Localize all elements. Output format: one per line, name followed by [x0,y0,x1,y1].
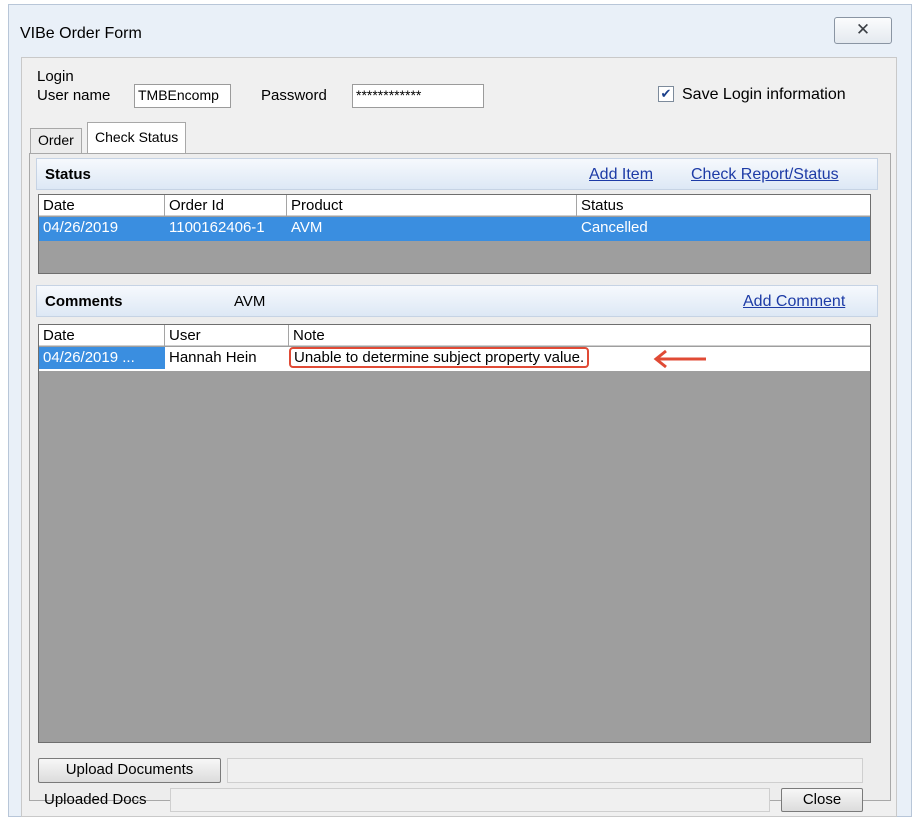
status-col-order-id[interactable]: Order Id [165,195,287,216]
checkmark-icon: ✔ [660,86,672,101]
upload-status-field [227,758,863,783]
save-login-checkbox[interactable]: ✔ [658,86,674,102]
table-row[interactable]: 04/26/2019 1100162406-1 AVM Cancelled [39,217,870,241]
order-form-window: VIBe Order Form ✕ Login User name TMBEnc… [8,4,912,817]
status-grid-header: Date Order Id Product Status [39,195,870,216]
table-row[interactable]: 04/26/2019 ... Hannah Hein Unable to det… [39,347,870,371]
arrow-left-icon [653,349,706,369]
comments-row-note: Unable to determine subject property val… [289,347,590,368]
comments-col-date[interactable]: Date [39,325,165,346]
check-status-panel: Status Add Item Check Report/Status Date… [29,153,891,812]
comments-row-note-cell: Unable to determine subject property val… [289,347,870,369]
comments-product-label: AVM [234,293,266,310]
status-section-title: Status [45,166,91,183]
tab-check-status[interactable]: Check Status [87,122,187,154]
username-field[interactable]: TMBEncomp [134,84,231,108]
status-row-status: Cancelled [581,219,648,236]
add-comment-link[interactable]: Add Comment [743,293,845,311]
uploaded-docs-field[interactable] [170,788,770,812]
password-field[interactable]: ************ [352,84,484,108]
status-section-header: Status Add Item Check Report/Status [36,158,878,190]
password-label: Password [261,87,327,104]
tab-order-label: Order [38,132,74,148]
save-login-label: Save Login information [682,86,846,103]
comments-col-note[interactable]: Note [289,325,870,346]
window-title: VIBe Order Form [20,25,142,42]
status-row-order-id: 1100162406-1 [169,219,265,236]
comments-grid-header: Date User Note [39,325,870,346]
status-grid: Date Order Id Product Status 04/26/2019 … [38,194,871,274]
comments-grid: Date User Note 04/26/2019 ... Hannah Hei… [38,324,871,743]
window-close-button[interactable]: ✕ [834,17,892,44]
status-row-product: AVM [291,219,323,236]
status-col-status[interactable]: Status [577,195,870,216]
add-item-link[interactable]: Add Item [589,166,653,184]
check-report-status-link[interactable]: Check Report/Status [691,166,839,184]
close-button[interactable]: Close [781,788,863,812]
comments-section-header: Comments AVM Add Comment [36,285,878,317]
uploaded-docs-label: Uploaded Docs [44,791,147,808]
tab-order[interactable]: Order [30,128,82,153]
tab-check-status-label: Check Status [95,129,179,145]
status-col-date[interactable]: Date [39,195,165,216]
status-row-date: 04/26/2019 [43,219,119,236]
comments-section-title: Comments [45,293,123,310]
form-body: Login User name TMBEncomp Password *****… [21,57,897,817]
upload-documents-button[interactable]: Upload Documents [38,758,221,783]
login-group-label: Login [37,68,74,85]
comments-col-user[interactable]: User [165,325,289,346]
comments-row-user: Hannah Hein [169,349,257,366]
status-col-product[interactable]: Product [287,195,577,216]
comments-row-date: 04/26/2019 ... [39,347,165,369]
close-icon: ✕ [855,20,871,39]
username-label: User name [37,87,111,104]
